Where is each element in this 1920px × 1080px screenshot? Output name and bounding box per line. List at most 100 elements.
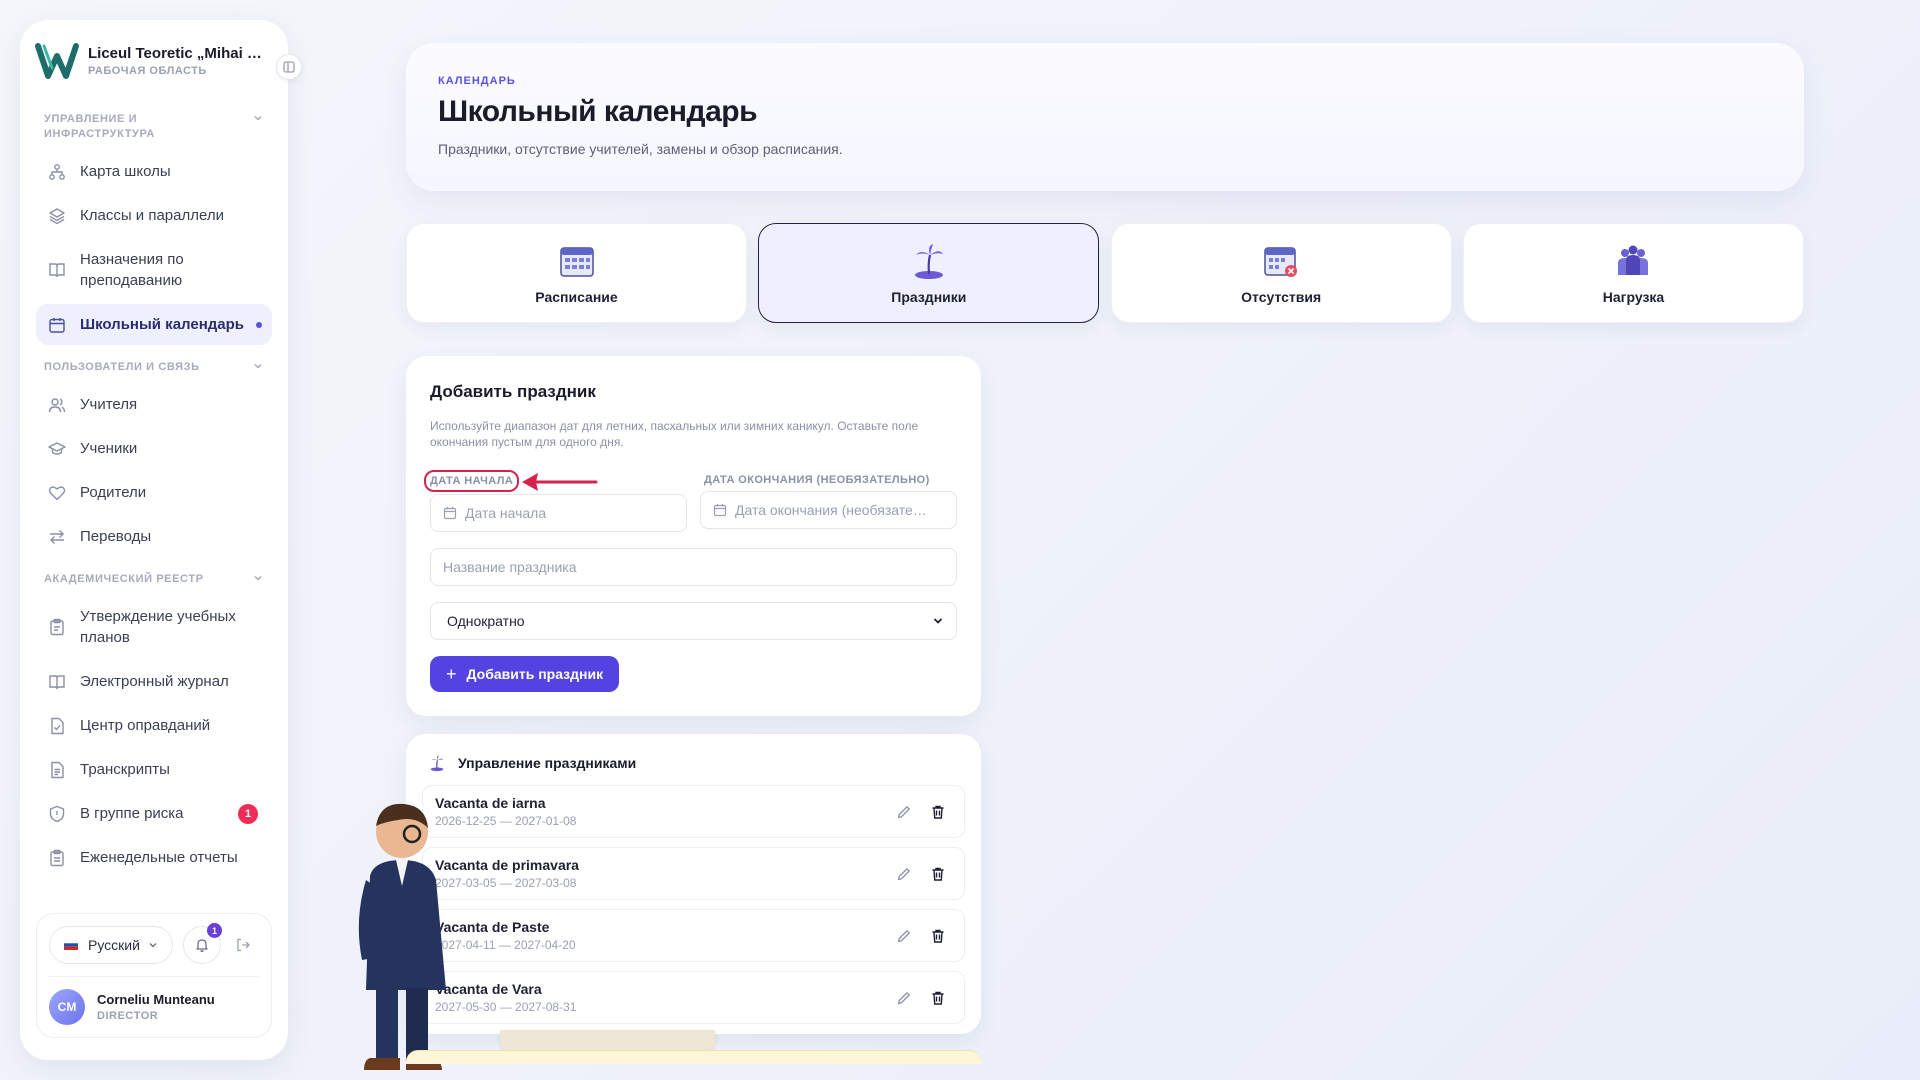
user-role: DIRECTOR	[97, 1010, 159, 1022]
plus-icon: +	[446, 663, 457, 684]
next-section-peek	[406, 1050, 981, 1064]
mascot-illustration	[358, 803, 446, 1070]
list-item: Vacanta de Vara 2027-05-30 — 2027-08-31	[422, 971, 965, 1024]
user-profile[interactable]: CM Corneliu Munteanu DIRECTOR	[49, 976, 259, 1025]
sidebar-item-label: Переводы	[80, 528, 152, 545]
palm-island-icon	[914, 244, 943, 279]
nav-section-management[interactable]: УПРАВЛЕНИЕ И ИНФРАСТРУКТУРА	[36, 100, 272, 148]
end-date-input[interactable]: Дата окончания (необязате…	[700, 491, 957, 529]
sidebar-item-label: Назначения по преподаванию	[80, 251, 184, 289]
recurrence-value: Однократно	[447, 613, 525, 629]
calendar-tabs: Расписание Праздники Отсутствия Нагрузка	[406, 223, 1804, 323]
graduation-cap-icon	[48, 441, 66, 455]
tab-label: Праздники	[891, 289, 967, 305]
chevron-down-icon	[254, 575, 262, 581]
tab-workload[interactable]: Нагрузка	[1462, 223, 1804, 323]
sidebar-item-label: Ученики	[80, 440, 138, 457]
sidebar-item-at-risk[interactable]: В группе риска 1	[36, 793, 272, 834]
sidebar-item-school-calendar[interactable]: Школьный календарь	[36, 304, 272, 345]
nav-section-academic[interactable]: АКАДЕМИЧЕСКИЙ РЕЕСТР	[36, 560, 272, 593]
annotation-arrow-icon	[522, 473, 598, 491]
add-holiday-form: Добавить праздник Используйте диапазон д…	[406, 356, 981, 716]
clipboard-icon	[50, 618, 64, 636]
decorative-card	[500, 1030, 715, 1052]
sitemap-icon	[49, 163, 65, 180]
recurrence-select[interactable]: Однократно	[430, 602, 957, 640]
tab-schedule[interactable]: Расписание	[406, 223, 747, 323]
user-name: Corneliu Munteanu	[97, 992, 215, 1007]
page-eyebrow: КАЛЕНДАРЬ	[438, 75, 516, 87]
tab-label: Отсутствия	[1241, 289, 1322, 305]
calendar-icon	[443, 507, 457, 520]
holiday-name-input[interactable]: Название праздника	[430, 548, 957, 586]
add-holiday-button-label: Добавить праздник	[466, 666, 604, 682]
chevron-down-icon	[254, 363, 262, 369]
arrows-swap-icon	[50, 529, 64, 544]
sidebar-item-transcripts[interactable]: Транскрипты	[36, 749, 272, 790]
book-icon	[49, 263, 65, 278]
notifications-count-badge: 1	[206, 923, 222, 938]
add-holiday-button[interactable]: + Добавить праздник	[430, 656, 620, 692]
nav-section-users[interactable]: ПОЛЬЗОВАТЕЛИ И СВЯЗЬ	[36, 348, 272, 381]
delete-button[interactable]	[928, 864, 948, 884]
list-item: Vacanta de iarna 2026-12-25 — 2027-01-08	[422, 785, 965, 838]
sidebar-item-weekly-reports[interactable]: Еженедельные отчеты	[36, 837, 272, 878]
edit-button[interactable]	[894, 802, 914, 822]
pencil-icon	[897, 929, 910, 942]
avatar: CM	[49, 989, 85, 1025]
book-open-icon	[49, 674, 65, 689]
delete-button[interactable]	[928, 988, 948, 1008]
pencil-icon	[897, 805, 910, 818]
calendar-absence-icon	[1264, 247, 1298, 277]
edit-button[interactable]	[894, 864, 914, 884]
sidebar-item-students[interactable]: Ученики	[36, 428, 272, 469]
holidays-list: Управление праздниками Vacanta de iarna …	[406, 734, 981, 1034]
chevron-down-icon	[933, 618, 943, 624]
collapse-sidebar-button[interactable]	[276, 54, 302, 80]
edit-button[interactable]	[894, 988, 914, 1008]
heart-icon	[48, 485, 66, 500]
pencil-icon	[897, 867, 910, 880]
palm-island-icon	[430, 755, 444, 772]
file-text-icon	[51, 761, 64, 778]
tab-label: Нагрузка	[1602, 289, 1665, 305]
sidebar-item-parents[interactable]: Родители	[36, 472, 272, 513]
start-date-input[interactable]: Дата начала	[430, 494, 687, 532]
brand-subtitle: РАБОЧАЯ ОБЛАСТЬ	[88, 65, 207, 77]
page-title: Школьный календарь	[438, 95, 758, 128]
sidebar-item-e-journal[interactable]: Электронный журнал	[36, 661, 272, 702]
schedule-icon	[559, 247, 594, 277]
calendar-icon	[49, 317, 65, 333]
sidebar-item-school-map[interactable]: Карта школы	[36, 151, 272, 192]
sidebar-item-teachers[interactable]: Учителя	[36, 384, 272, 425]
tab-holidays[interactable]: Праздники	[758, 223, 1100, 323]
delete-button[interactable]	[928, 926, 948, 946]
sidebar-item-teaching-assignments[interactable]: Назначения по преподаванию	[36, 239, 272, 301]
logout-icon	[237, 938, 250, 952]
sidebar-item-label: В группе риска	[80, 805, 184, 822]
edit-button[interactable]	[894, 926, 914, 946]
sidebar-item-label: Электронный журнал	[80, 673, 229, 690]
holiday-name-placeholder: Название праздника	[443, 559, 577, 575]
sidebar-item-transfers[interactable]: Переводы	[36, 516, 272, 557]
holidays-list-title: Управление праздниками	[458, 755, 637, 771]
sidebar-item-label: Утверждение учебных планов	[80, 608, 236, 646]
page-header: КАЛЕНДАРЬ Школьный календарь Праздники, …	[406, 43, 1804, 191]
trash-icon	[932, 991, 944, 1005]
sidebar-item-curriculum-approval[interactable]: Утверждение учебных планов	[36, 596, 272, 658]
sidebar-item-label: Учителя	[80, 396, 138, 413]
sidebar-item-justifications[interactable]: Центр оправданий	[36, 705, 272, 746]
delete-button[interactable]	[928, 802, 948, 822]
sidebar-toggle-icon	[283, 61, 295, 73]
list-item: Vacanta de primavara 2027-03-05 — 2027-0…	[422, 847, 965, 900]
brand-name: Liceul Teoretic „Mihai Emi…	[88, 45, 268, 62]
language-selector[interactable]: Русский	[49, 926, 173, 964]
notifications-button[interactable]: 1	[182, 923, 222, 964]
chevron-down-icon	[254, 115, 262, 121]
sidebar-item-classes[interactable]: Классы и параллели	[36, 195, 272, 236]
tab-absences[interactable]: Отсутствия	[1110, 223, 1452, 323]
sidebar-item-label: Еженедельные отчеты	[80, 849, 238, 866]
logout-button[interactable]	[231, 933, 255, 957]
calendar-icon	[713, 504, 727, 517]
group-workload-icon	[1618, 245, 1649, 275]
